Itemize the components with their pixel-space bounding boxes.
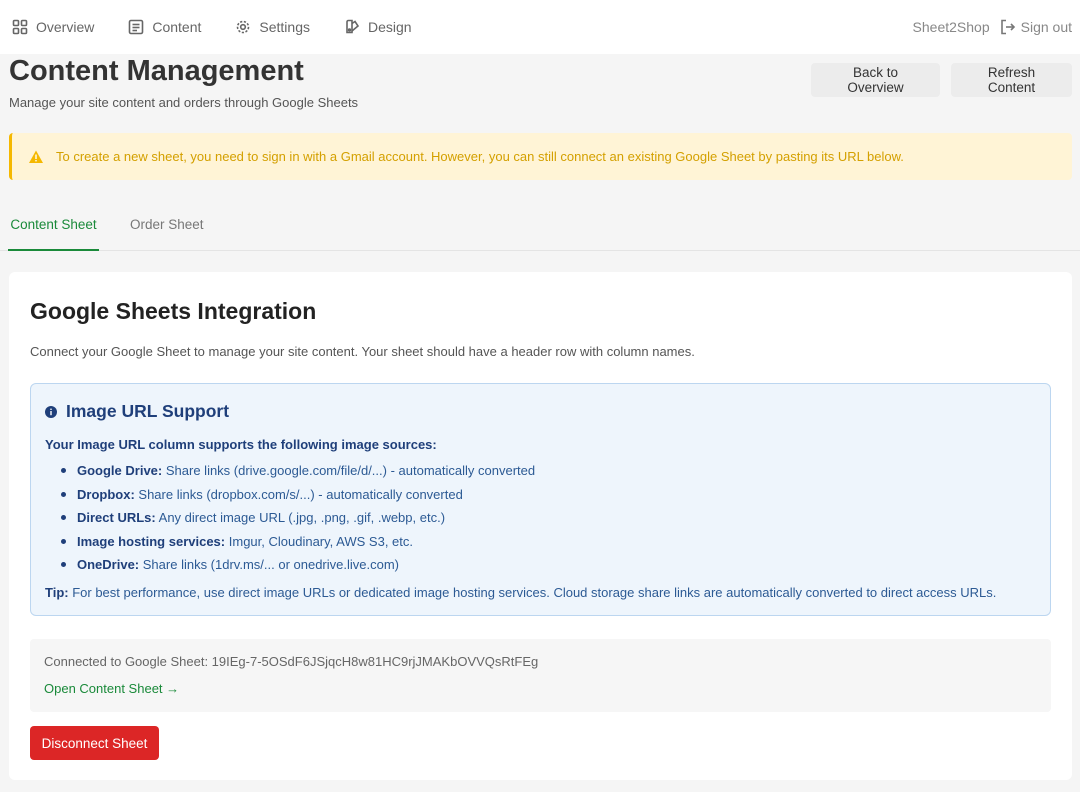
nav-item-label: Overview xyxy=(36,19,95,35)
disconnect-sheet-button[interactable]: Disconnect Sheet xyxy=(30,726,159,760)
brand-name: Sheet2Shop xyxy=(912,19,990,35)
source-name: Google Drive: xyxy=(77,463,163,478)
page-subtitle: Manage your site content and orders thro… xyxy=(9,95,359,110)
tip-label: Tip: xyxy=(45,585,69,600)
nav-right: Sheet2Shop Sign out xyxy=(913,19,1072,35)
nav-item-label: Design xyxy=(368,19,412,35)
warning-alert: To create a new sheet, you need to sign … xyxy=(9,133,1072,180)
back-to-overview-button[interactable]: Back to Overview xyxy=(811,63,940,97)
tab-content-sheet[interactable]: Content Sheet xyxy=(8,206,99,251)
source-desc: Any direct image URL (.jpg, .png, .gif, … xyxy=(158,510,446,525)
source-desc: Share links (dropbox.com/s/...) - automa… xyxy=(138,486,463,502)
nav-item-design[interactable]: Design xyxy=(344,19,412,35)
image-source-list: Google Drive: Share links (drive.google.… xyxy=(61,462,535,580)
source-desc: Imgur, Cloudinary, AWS S3, etc. xyxy=(228,533,413,549)
sign-out-label: Sign out xyxy=(1020,19,1072,35)
nav-item-label: Settings xyxy=(259,19,310,35)
info-heading: Image URL Support xyxy=(45,401,229,422)
nav-item-content[interactable]: Content xyxy=(128,19,201,35)
source-name: Image hosting services: xyxy=(77,533,226,549)
list-item: OneDrive: Share links (1drv.ms/... or on… xyxy=(61,556,535,580)
page-title: Content Management xyxy=(9,55,304,87)
sign-out-icon xyxy=(1000,19,1015,35)
tip-text: For best performance, use direct image U… xyxy=(72,585,997,600)
card-description: Connect your Google Sheet to manage your… xyxy=(30,344,695,359)
grid-icon xyxy=(12,19,28,35)
list-item: Dropbox: Share links (dropbox.com/s/...)… xyxy=(61,486,535,510)
sign-out-button[interactable]: Sign out xyxy=(1000,19,1072,35)
open-content-sheet-link[interactable]: Open Content Sheet → xyxy=(44,681,179,696)
palette-icon xyxy=(346,19,360,34)
image-url-info-box: Image URL Support Your Image URL column … xyxy=(30,383,1051,616)
card-title: Google Sheets Integration xyxy=(30,298,317,324)
document-icon xyxy=(129,19,144,35)
nav-links: Overview Content Settings Design xyxy=(12,19,412,35)
sheet-tabs: Content Sheet Order Sheet xyxy=(0,206,1080,251)
list-item: Direct URLs: Any direct image URL (.jpg,… xyxy=(61,509,535,533)
source-name: Direct URLs: xyxy=(77,510,156,525)
top-navigation: Overview Content Settings Design Sheet2S… xyxy=(0,0,1080,54)
source-desc: Share links (drive.google.com/file/d/...… xyxy=(165,463,536,478)
tab-order-sheet[interactable]: Order Sheet xyxy=(130,206,204,251)
refresh-content-button[interactable]: Refresh Content xyxy=(951,63,1072,97)
list-item: Google Drive: Share links (drive.google.… xyxy=(61,462,535,486)
gear-icon xyxy=(237,20,250,34)
source-name: OneDrive: xyxy=(77,557,140,572)
nav-item-overview[interactable]: Overview xyxy=(12,19,94,35)
nav-item-settings[interactable]: Settings xyxy=(235,19,310,35)
connected-sheet-panel: Connected to Google Sheet: 19IEg-7-5OSdF… xyxy=(30,639,1051,712)
connected-sheet-text: Connected to Google Sheet: 19IEg-7-5OSdF… xyxy=(44,654,539,669)
source-desc: Share links (1drv.ms/... or onedrive.liv… xyxy=(142,557,399,572)
info-tip: Tip: For best performance, use direct im… xyxy=(45,585,996,600)
info-intro: Your Image URL column supports the follo… xyxy=(45,437,437,452)
info-title: Image URL Support xyxy=(66,401,230,421)
alert-text: To create a new sheet, you need to sign … xyxy=(56,149,904,164)
source-name: Dropbox: xyxy=(77,486,135,502)
info-icon xyxy=(45,405,57,418)
nav-item-label: Content xyxy=(152,19,202,35)
warning-icon xyxy=(29,150,43,163)
list-item: Image hosting services: Imgur, Cloudinar… xyxy=(61,533,535,557)
integration-card: Google Sheets Integration Connect your G… xyxy=(9,272,1072,780)
